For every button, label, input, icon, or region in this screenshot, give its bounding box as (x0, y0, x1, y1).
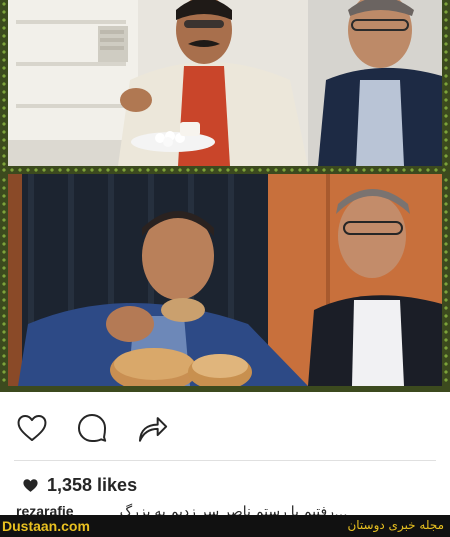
frame-bottom-border (0, 386, 450, 392)
photo-top-image (8, 0, 442, 166)
watermark-banner: Dustaan.com مجله خبری دوستان (0, 515, 450, 537)
comment-button[interactable] (74, 410, 110, 446)
speech-bubble-icon (77, 413, 107, 443)
frame-left-border (0, 0, 8, 392)
photo-bottom-image (8, 174, 442, 386)
likes-row[interactable]: 1,358 likes (22, 474, 137, 496)
share-arrow-icon (138, 417, 168, 442)
like-button[interactable] (14, 410, 50, 446)
post-photo[interactable] (0, 0, 450, 392)
watermark-tagline: مجله خبری دوستان (347, 518, 444, 532)
frame-right-border (442, 0, 450, 392)
heart-filled-icon (23, 478, 38, 492)
heart-outline-icon (17, 414, 47, 442)
share-button[interactable] (134, 410, 170, 446)
likes-count: 1,358 likes (47, 474, 138, 495)
photo-top-selfie (8, 0, 442, 166)
frame-middle-border (0, 166, 450, 174)
watermark-site: Dustaan.com (2, 518, 90, 534)
action-divider (14, 460, 436, 461)
post-action-bar (0, 404, 450, 452)
photo-bottom-selfie (8, 174, 442, 386)
